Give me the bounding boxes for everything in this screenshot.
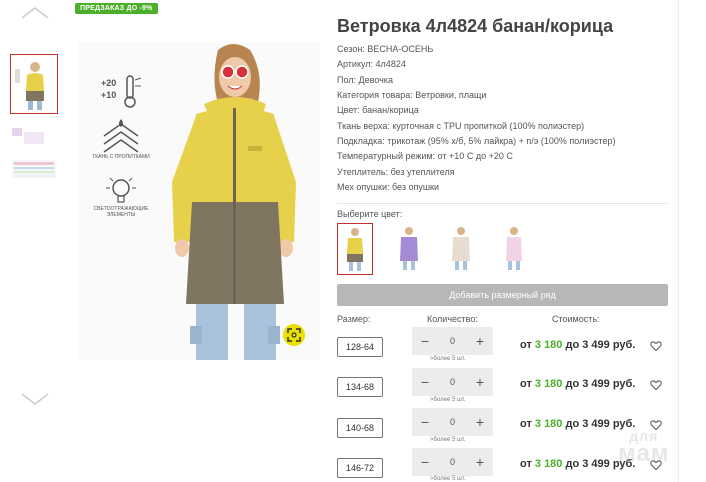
reflective-feature: СВЕТООТРАЖАЮЩИЕ ЭЛЕМЕНТЫ (90, 174, 152, 218)
spec-temperature: Температурный режим: от +10 С до +20 С (337, 151, 513, 161)
quantity-stepper: − + (412, 408, 493, 436)
minus-icon[interactable]: − (418, 334, 432, 348)
spec-lining: Подкладка: трикотаж (95% х/б, 5% лайкра)… (337, 136, 616, 146)
size-128-64[interactable]: 128-64 (337, 337, 383, 357)
color-swatch-banana-cinnamon[interactable] (337, 223, 373, 275)
column-header-quantity: Количество: (427, 314, 478, 324)
size-140-68[interactable]: 140-68 (337, 418, 383, 438)
favorite-heart-icon[interactable] (650, 340, 662, 352)
product-title: Ветровка 4л4824 банан/корица (337, 16, 614, 36)
quantity-stepper: − + (412, 368, 493, 396)
availability-text: >более 5 шт. (430, 437, 466, 443)
spec-season: Сезон: ВЕСНА-ОСЕНЬ (337, 44, 434, 54)
availability-text: >более 5 шт. (430, 476, 466, 482)
temperature-feature: +20 +10 (90, 74, 152, 110)
water-repellent-icon (103, 119, 139, 153)
divider (337, 203, 667, 204)
favorite-heart-icon[interactable] (650, 379, 662, 391)
color-select-label: Выберите цвет: (337, 209, 403, 219)
thumbnail-1[interactable] (10, 54, 58, 114)
plus-icon[interactable]: + (473, 334, 487, 348)
spec-category: Категория товара: Ветровки, плащи (337, 90, 487, 100)
plus-icon[interactable]: + (473, 455, 487, 469)
color-swatch-beige[interactable] (444, 223, 480, 275)
thumb-down-arrow-icon[interactable] (20, 392, 50, 410)
availability-text: >более 5 шт. (430, 397, 466, 403)
fabric-feature: ТКАНЬ С ПРОПИТКАМИ (90, 118, 152, 160)
fabric-feature-label: ТКАНЬ С ПРОПИТКАМИ (92, 154, 150, 160)
minus-icon[interactable]: − (418, 415, 432, 429)
light-bulb-icon (106, 177, 136, 203)
page-edge-divider (678, 0, 679, 482)
svg-text:+10: +10 (101, 90, 116, 100)
thumb-up-arrow-icon[interactable] (20, 6, 50, 24)
quantity-input[interactable] (437, 457, 468, 467)
minus-icon[interactable]: − (418, 375, 432, 389)
spec-color: Цвет: банан/корица (337, 105, 419, 115)
quantity-stepper: − + (412, 327, 493, 355)
color-swatch-pink[interactable] (497, 223, 533, 275)
thermometer-icon: +20 +10 (101, 75, 142, 108)
minus-icon[interactable]: − (418, 455, 432, 469)
reflective-feature-label: СВЕТООТРАЖАЮЩИЕ ЭЛЕМЕНТЫ (93, 206, 149, 218)
color-swatch-lavender[interactable] (392, 223, 428, 275)
price-range: от 3 180 до 3 499 руб. (520, 418, 636, 430)
spec-fabric: Ткань верха: курточная с TPU пропиткой (… (337, 121, 585, 131)
column-header-size: Размер: (337, 314, 371, 324)
quantity-input[interactable] (437, 417, 468, 427)
spec-insulation: Утеплитель: без утеплителя (337, 167, 455, 177)
svg-text:+20: +20 (101, 78, 116, 88)
site-watermark: для мам (618, 428, 670, 467)
column-header-price: Стоимость: (552, 314, 600, 324)
price-range: от 3 180 до 3 499 руб. (520, 378, 636, 390)
thumbnail-column (0, 0, 70, 482)
spec-fur: Мех опушки: без опушки (337, 182, 440, 192)
size-146-72[interactable]: 146-72 (337, 458, 383, 478)
add-size-row-button[interactable]: Добавить размерный ряд (337, 284, 668, 306)
quantity-input[interactable] (437, 336, 468, 346)
plus-icon[interactable]: + (473, 415, 487, 429)
spec-gender: Пол: Девочка (337, 75, 393, 85)
price-range: от 3 180 до 3 499 руб. (520, 339, 636, 351)
plus-icon[interactable]: + (473, 375, 487, 389)
thumbnail-2[interactable] (10, 124, 58, 184)
preorder-badge: ПРЕДЗАКАЗ ДО -9% (75, 3, 158, 14)
zoom-button[interactable] (283, 324, 305, 346)
availability-text: >более 5 шт. (430, 356, 466, 362)
quantity-stepper: − + (412, 448, 493, 476)
expand-icon (287, 328, 301, 342)
quantity-input[interactable] (437, 377, 468, 387)
spec-article: Артикул: 4л4824 (337, 59, 406, 69)
size-134-68[interactable]: 134-68 (337, 377, 383, 397)
